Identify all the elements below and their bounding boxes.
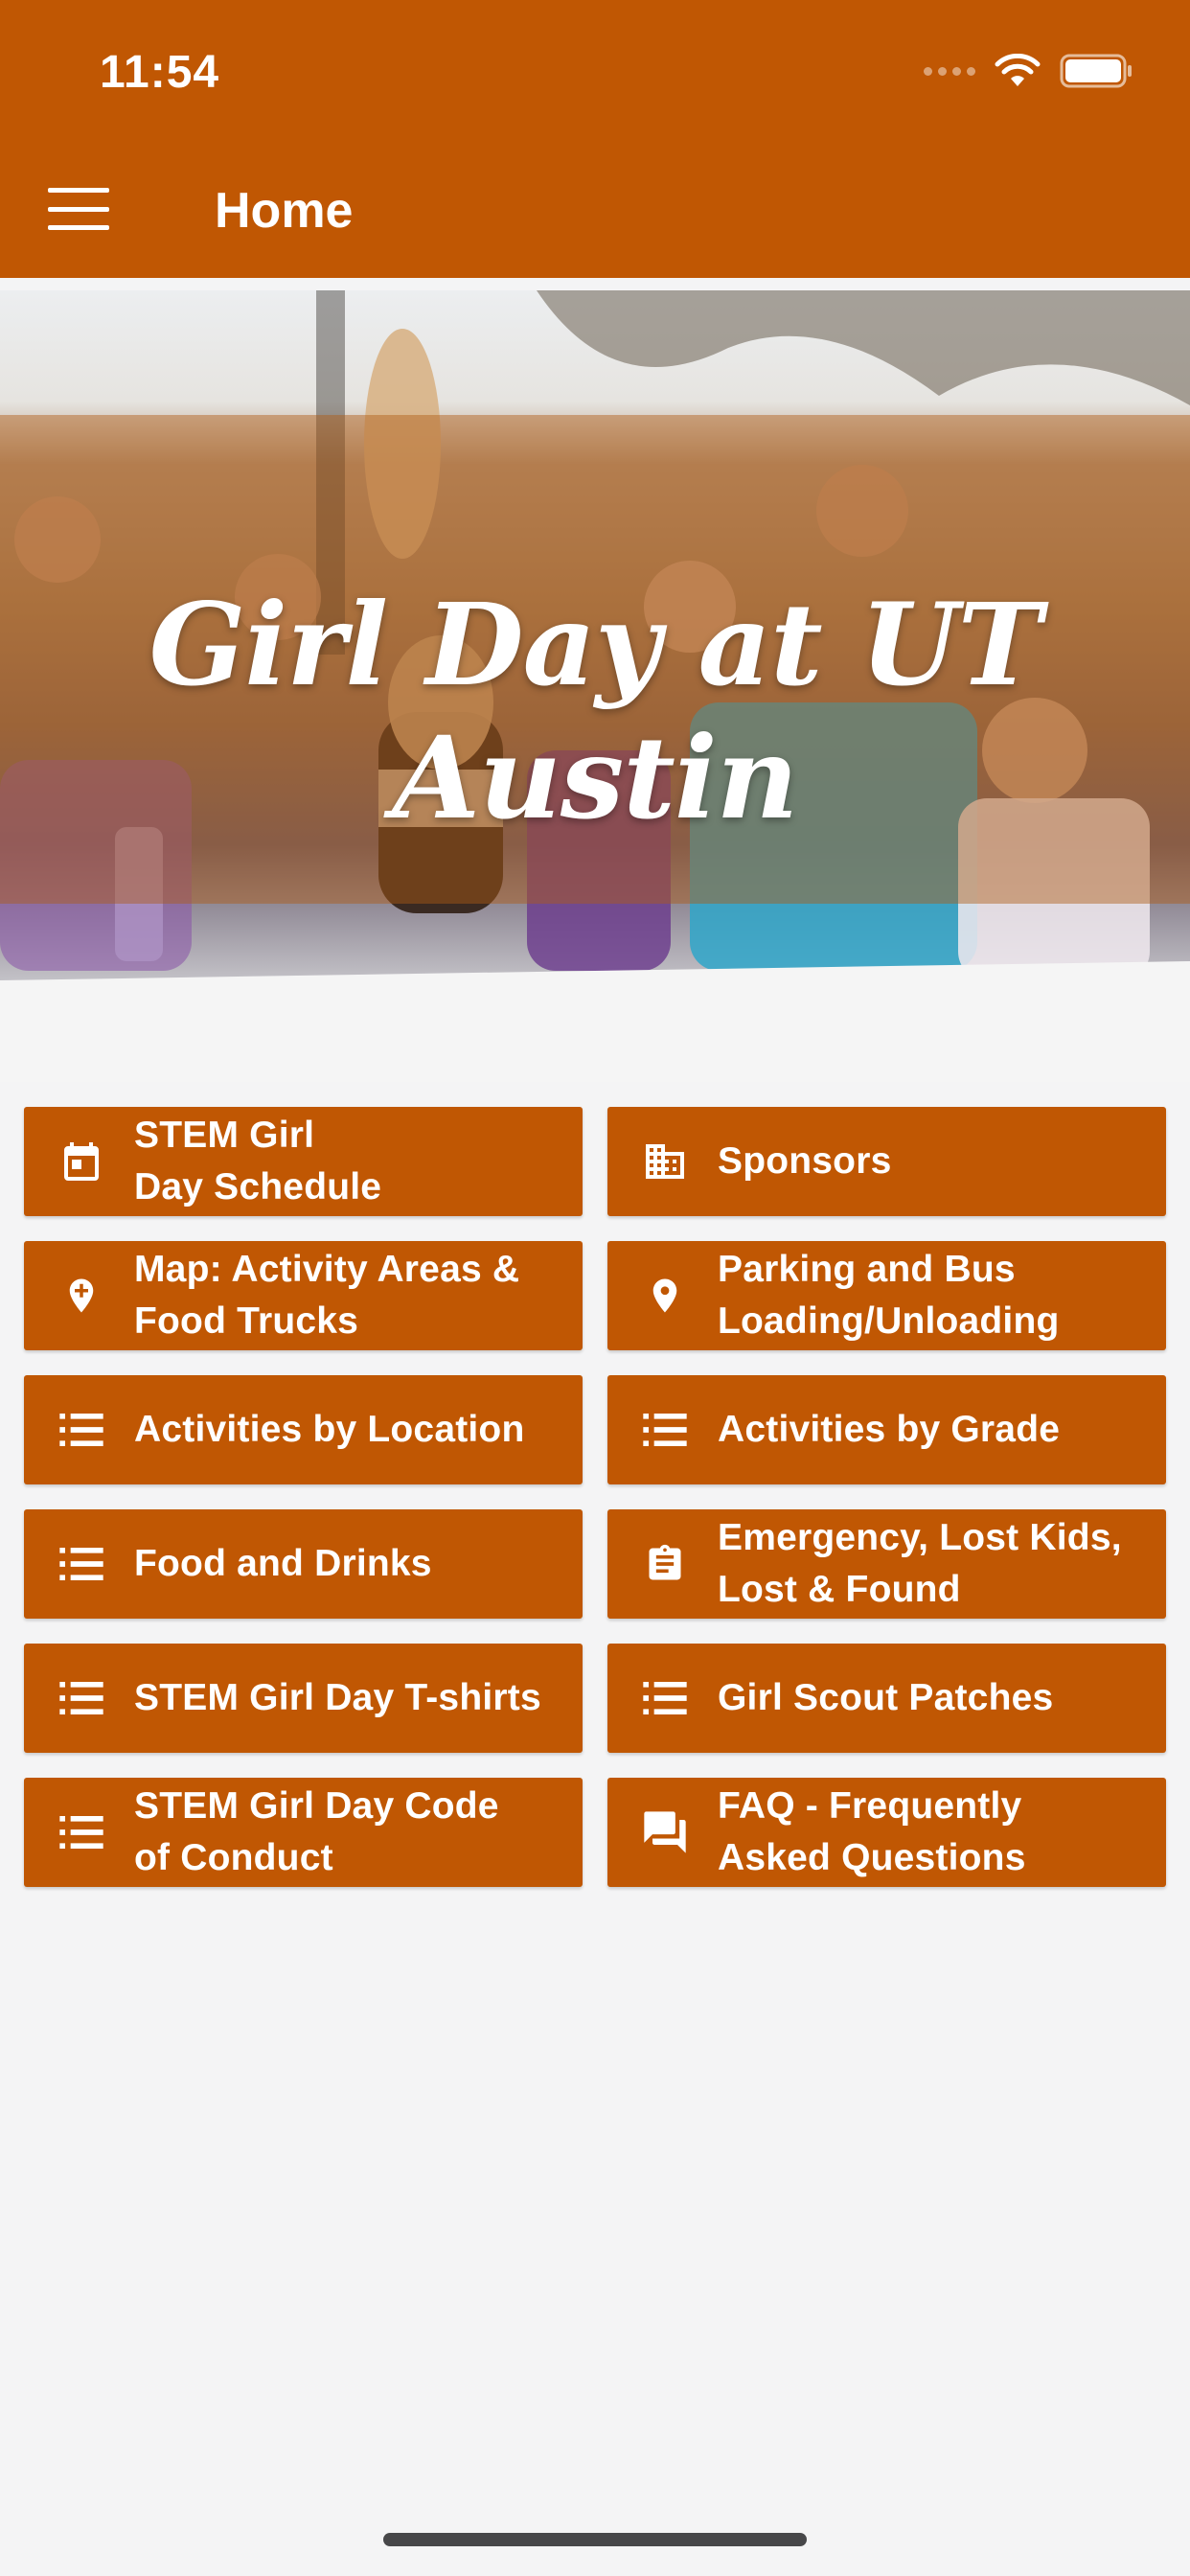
status-time: 11:54 xyxy=(100,47,220,98)
clipboard-icon xyxy=(636,1538,694,1590)
tile-label: Activities by Grade xyxy=(718,1409,1061,1450)
tile-label: Emergency, Lost Kids, Lost & Found xyxy=(718,1517,1122,1610)
tile-label: Girl Scout Patches xyxy=(718,1677,1054,1718)
menu-grid: STEM Girl Day Schedule Sponsors Map: Act… xyxy=(24,1107,1166,1887)
battery-icon xyxy=(1060,54,1133,88)
app-header: 11:54 Home xyxy=(0,0,1190,278)
hero-banner: Girl Day at UT Austin xyxy=(0,290,1190,1082)
tile-label: STEM Girl Day Schedule xyxy=(134,1115,382,1208)
list-icon xyxy=(636,1682,694,1714)
tile-girl-scout-patches[interactable]: Girl Scout Patches xyxy=(607,1644,1166,1753)
list-icon xyxy=(636,1414,694,1446)
banner-title: Girl Day at UT Austin xyxy=(149,578,1042,844)
cellular-signal-icon xyxy=(924,66,975,76)
map-pin-plus-icon xyxy=(53,1270,110,1322)
building-icon xyxy=(636,1138,694,1184)
chat-bubbles-icon xyxy=(636,1807,694,1857)
tile-parking-and-bus[interactable]: Parking and Bus Loading/Unloading xyxy=(607,1241,1166,1350)
status-icons xyxy=(924,54,1133,88)
tile-sponsors[interactable]: Sponsors xyxy=(607,1107,1166,1216)
tile-label: Activities by Location xyxy=(134,1409,525,1450)
tile-faq[interactable]: FAQ - Frequently Asked Questions xyxy=(607,1778,1166,1887)
tile-label: Map: Activity Areas & Food Trucks xyxy=(134,1249,520,1342)
tile-stem-girl-day-schedule[interactable]: STEM Girl Day Schedule xyxy=(24,1107,583,1216)
tile-map-activity-areas[interactable]: Map: Activity Areas & Food Trucks xyxy=(24,1241,583,1350)
list-icon xyxy=(53,1548,110,1580)
tile-code-of-conduct[interactable]: STEM Girl Day Code of Conduct xyxy=(24,1778,583,1887)
tile-activities-by-grade[interactable]: Activities by Grade xyxy=(607,1375,1166,1484)
home-indicator[interactable] xyxy=(383,2533,807,2546)
tile-activities-by-location[interactable]: Activities by Location xyxy=(24,1375,583,1484)
tile-stem-girl-day-tshirts[interactable]: STEM Girl Day T-shirts xyxy=(24,1644,583,1753)
tile-label: Sponsors xyxy=(718,1140,892,1182)
calendar-icon xyxy=(53,1138,110,1185)
hamburger-menu-icon[interactable] xyxy=(48,188,109,230)
tile-label: STEM Girl Day Code of Conduct xyxy=(134,1785,499,1878)
tile-label: Food and Drinks xyxy=(134,1543,432,1584)
page-title: Home xyxy=(215,183,354,239)
map-pin-icon xyxy=(636,1270,694,1322)
tile-food-and-drinks[interactable]: Food and Drinks xyxy=(24,1509,583,1619)
tile-emergency-lost-kids[interactable]: Emergency, Lost Kids, Lost & Found xyxy=(607,1509,1166,1619)
tile-label: STEM Girl Day T-shirts xyxy=(134,1677,541,1718)
list-icon xyxy=(53,1816,110,1849)
tile-label: Parking and Bus Loading/Unloading xyxy=(718,1249,1060,1342)
list-icon xyxy=(53,1414,110,1446)
list-icon xyxy=(53,1682,110,1714)
wifi-icon xyxy=(995,54,1041,88)
tile-label: FAQ - Frequently Asked Questions xyxy=(718,1785,1026,1878)
